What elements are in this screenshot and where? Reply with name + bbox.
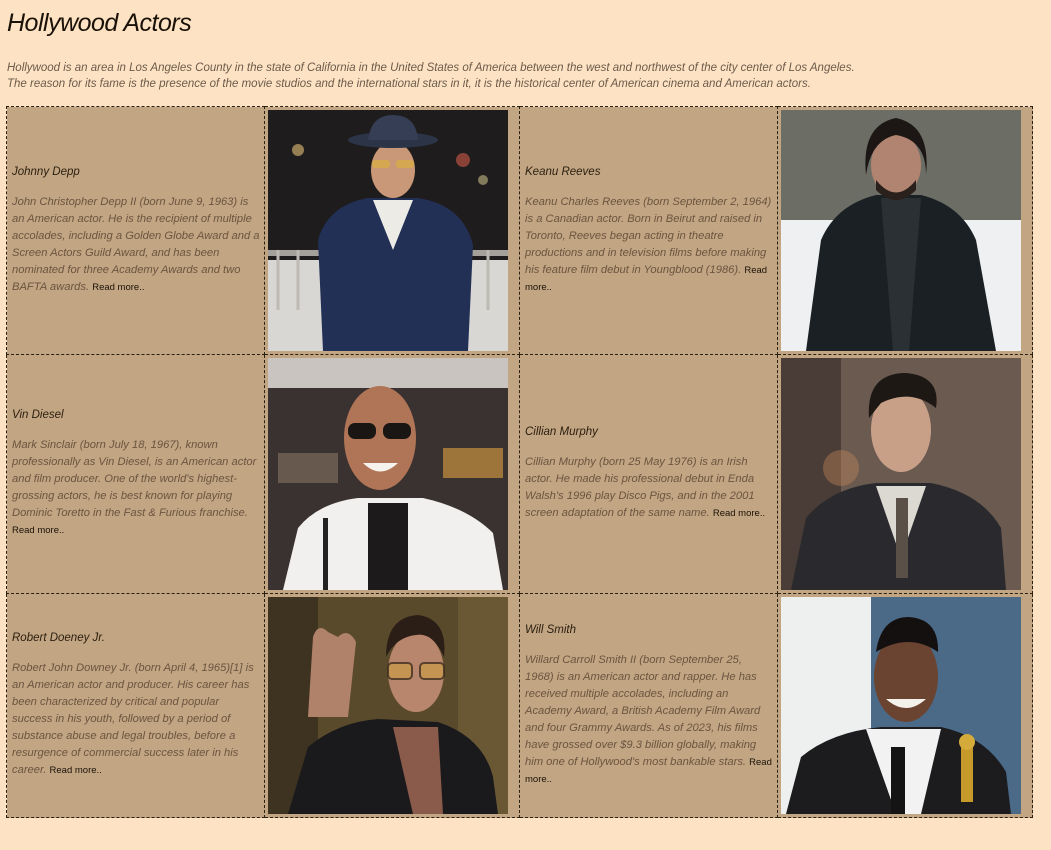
actor-bio-text: Willard Carroll Smith II (born September… xyxy=(525,653,761,768)
robert-downey-jr-photo xyxy=(268,597,508,814)
actor-bio-text: Robert John Downey Jr. (born April 4, 19… xyxy=(12,662,254,776)
actor-photo-cell xyxy=(264,106,520,355)
actor-bio-text: Keanu Charles Reeves (born September 2, … xyxy=(525,195,772,276)
read-more-link[interactable]: Read more.. xyxy=(12,525,64,536)
actor-bio: Mark Sinclair (born July 18, 1967), know… xyxy=(12,437,260,539)
actor-photo-cell xyxy=(264,354,520,594)
actor-photo-cell xyxy=(264,593,520,818)
actor-info-cell: Robert Doeney Jr. Robert John Downey Jr.… xyxy=(6,593,265,818)
actor-photo-cell xyxy=(777,106,1033,355)
actor-bio-text: Mark Sinclair (born July 18, 1967), know… xyxy=(12,439,257,519)
actor-photo-cell xyxy=(777,593,1033,818)
intro-text: Hollywood is an area in Los Angeles Coun… xyxy=(7,60,1007,92)
read-more-link[interactable]: Read more.. xyxy=(50,765,102,776)
johnny-depp-photo xyxy=(268,110,508,351)
actor-info-cell: Keanu Reeves Keanu Charles Reeves (born … xyxy=(519,106,778,355)
read-more-link[interactable]: Read more.. xyxy=(92,282,144,293)
table-row: Johnny Depp John Christopher Depp II (bo… xyxy=(6,106,1033,355)
will-smith-photo xyxy=(781,597,1021,814)
actors-table: Johnny Depp John Christopher Depp II (bo… xyxy=(6,106,1033,818)
table-row: Vin Diesel Mark Sinclair (born July 18, … xyxy=(6,354,1033,594)
read-more-link[interactable]: Read more.. xyxy=(713,508,765,519)
cillian-murphy-photo xyxy=(781,358,1021,590)
keanu-reeves-photo xyxy=(781,110,1021,351)
actor-bio: John Christopher Depp II (born June 9, 1… xyxy=(12,194,260,296)
actor-bio: Keanu Charles Reeves (born September 2, … xyxy=(525,194,773,296)
actor-name: Keanu Reeves xyxy=(525,165,601,178)
actor-name: Will Smith xyxy=(525,623,577,636)
intro-line-2: The reason for its fame is the presence … xyxy=(7,78,811,90)
actor-bio-text: John Christopher Depp II (born June 9, 1… xyxy=(12,195,260,293)
actor-info-cell: Cillian Murphy Cillian Murphy (born 25 M… xyxy=(519,354,778,594)
actor-bio: Robert John Downey Jr. (born April 4, 19… xyxy=(12,660,260,779)
actor-info-cell: Vin Diesel Mark Sinclair (born July 18, … xyxy=(6,354,265,594)
actor-info-cell: Johnny Depp John Christopher Depp II (bo… xyxy=(6,106,265,355)
page-title: Hollywood Actors xyxy=(7,9,192,37)
vin-diesel-photo xyxy=(268,358,508,590)
actor-photo-cell xyxy=(777,354,1033,594)
actor-name: Johnny Depp xyxy=(12,165,80,178)
intro-line-1: Hollywood is an area in Los Angeles Coun… xyxy=(7,62,855,74)
actor-name: Robert Doeney Jr. xyxy=(12,632,105,644)
actor-name: Cillian Murphy xyxy=(525,426,598,438)
actor-name: Vin Diesel xyxy=(12,409,64,421)
page: Hollywood Actors Hollywood is an area in… xyxy=(0,0,1051,850)
actor-bio: Willard Carroll Smith II (born September… xyxy=(525,652,773,788)
table-row: Robert Doeney Jr. Robert John Downey Jr.… xyxy=(6,593,1033,818)
actor-bio: Cillian Murphy (born 25 May 1976) is an … xyxy=(525,454,773,522)
actor-info-cell: Will Smith Willard Carroll Smith II (bor… xyxy=(519,593,778,818)
